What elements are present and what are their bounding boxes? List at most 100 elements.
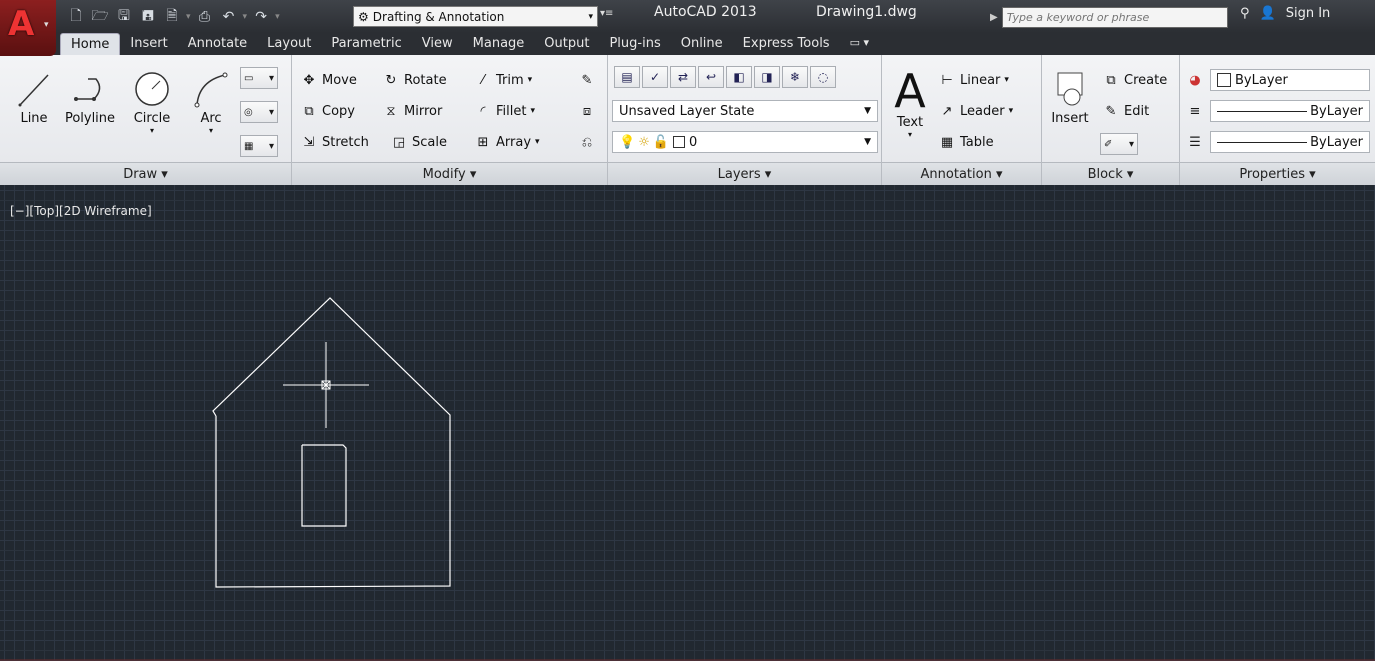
tab-online[interactable]: Online xyxy=(671,33,733,55)
lineweight-icon[interactable]: ≡ xyxy=(1186,102,1204,120)
tab-annotate[interactable]: Annotate xyxy=(178,33,257,55)
layer-off-icon[interactable]: ◌ xyxy=(810,66,836,88)
properties-panel-title[interactable]: Properties ▾ xyxy=(1180,162,1375,185)
text-button[interactable]: A Text ▾ xyxy=(892,64,928,139)
tab-output[interactable]: Output xyxy=(534,33,599,55)
match-layer-icon[interactable]: ⇄ xyxy=(670,66,696,88)
fillet-button[interactable]: ◜ Fillet ▾ xyxy=(474,102,535,120)
layers-panel-title[interactable]: Layers ▾ xyxy=(608,162,881,185)
leader-button[interactable]: ↗ Leader ▾ xyxy=(938,102,1014,120)
application-menu-button[interactable]: A ▾ xyxy=(0,0,56,56)
tab-view[interactable]: View xyxy=(412,33,463,55)
linear-dimension-button[interactable]: ⊢ Linear ▾ xyxy=(938,71,1009,89)
mirror-button[interactable]: ⧖ Mirror xyxy=(382,102,442,120)
edit-label: Edit xyxy=(1124,103,1150,119)
plot-preview-icon[interactable]: 🗎 xyxy=(162,8,182,26)
drawing-canvas[interactable]: [−][Top][2D Wireframe] xyxy=(0,185,1375,661)
save-as-icon[interactable]: 🖪 xyxy=(138,8,158,26)
expand-search-icon[interactable]: ▶ xyxy=(990,12,998,23)
array-button[interactable]: ⊞ Array ▾ xyxy=(474,133,540,151)
offset-icon[interactable]: ⎌ xyxy=(578,133,596,151)
chevron-down-icon[interactable]: ▾ xyxy=(892,130,928,139)
door-outline xyxy=(301,444,347,527)
color-dropdown[interactable]: ByLayer xyxy=(1210,69,1370,91)
trim-button[interactable]: ⁄ Trim ▾ xyxy=(474,71,532,89)
boundary-button[interactable]: ▦ ▾ xyxy=(240,135,278,157)
linetype-icon[interactable]: ☰ xyxy=(1186,133,1204,151)
sign-in-link[interactable]: Sign In xyxy=(1286,6,1331,21)
insert-button[interactable]: Insert xyxy=(1048,67,1092,126)
chevron-down-icon[interactable]: ▾ xyxy=(1004,75,1009,85)
chevron-down-icon[interactable]: ▾ xyxy=(530,106,535,116)
color-wheel-icon[interactable]: ◕ xyxy=(1186,71,1204,89)
save-icon[interactable]: 🖫 xyxy=(114,8,134,26)
user-icon: 👤 xyxy=(1259,6,1276,21)
hatch-button[interactable]: ◎ ▾ xyxy=(240,101,278,123)
attribute-icon: ✐ xyxy=(1104,138,1113,150)
workspace-dropdown[interactable]: ⚙ Drafting & Annotation ▾ xyxy=(353,6,598,27)
move-button[interactable]: ✥ Move xyxy=(300,71,357,89)
open-file-icon[interactable]: 🗁 xyxy=(90,8,110,26)
undo-icon[interactable]: ↶ xyxy=(219,8,239,26)
circle-icon xyxy=(130,67,174,111)
chevron-down-icon[interactable]: ▾ xyxy=(130,126,174,135)
circle-button[interactable]: Circle ▾ xyxy=(130,67,174,135)
layer-previous-icon[interactable]: ↩ xyxy=(698,66,724,88)
tab-manage[interactable]: Manage xyxy=(463,33,535,55)
customize-qat-icon[interactable]: ▾≡ xyxy=(600,8,613,19)
new-file-icon[interactable]: 🗋 xyxy=(66,8,86,26)
rotate-button[interactable]: ↻ Rotate xyxy=(382,71,447,89)
tab-express-tools[interactable]: Express Tools xyxy=(733,33,840,55)
create-block-button[interactable]: ⧉ Create xyxy=(1102,71,1167,89)
chevron-down-icon: ▾ xyxy=(1128,138,1134,150)
scale-button[interactable]: ◲ Scale xyxy=(390,133,447,151)
print-icon[interactable]: ⎙ xyxy=(195,8,215,26)
tab-parametric[interactable]: Parametric xyxy=(321,33,411,55)
freeze-layer-icon[interactable]: ❄ xyxy=(782,66,808,88)
minimize-ribbon-icon[interactable]: ▭ ▾ xyxy=(840,33,879,55)
chevron-down-icon[interactable]: ▾ xyxy=(186,126,236,135)
block-panel-title[interactable]: Block ▾ xyxy=(1042,162,1179,185)
dropdown-arrow-icon[interactable]: ▾ xyxy=(186,12,191,22)
chevron-down-icon[interactable]: ▾ xyxy=(535,137,540,147)
polyline-button[interactable]: Polyline xyxy=(60,67,120,126)
tab-home[interactable]: Home xyxy=(60,33,121,55)
layer-dropdown[interactable]: 💡 ☼ 🔓 0 ▼ xyxy=(612,131,878,153)
line-button[interactable]: Line xyxy=(14,67,54,126)
table-button[interactable]: ▦ Table xyxy=(938,133,994,151)
make-current-icon[interactable]: ✓ xyxy=(642,66,668,88)
undo-dropdown-icon[interactable]: ▾ xyxy=(243,12,248,22)
layer-properties-icon[interactable]: ▤ xyxy=(614,66,640,88)
isolate-layer-icon[interactable]: ◧ xyxy=(726,66,752,88)
chevron-down-icon[interactable]: ▾ xyxy=(528,75,533,85)
linetype-value: ByLayer xyxy=(1310,134,1363,150)
edit-block-button[interactable]: ✎ Edit xyxy=(1102,102,1150,120)
search-area: ▶ xyxy=(990,7,1228,28)
linetype-dropdown[interactable]: ByLayer xyxy=(1210,131,1370,153)
stretch-button[interactable]: ⇲ Stretch xyxy=(300,133,369,151)
annotation-panel-title[interactable]: Annotation ▾ xyxy=(882,162,1041,185)
tab-insert[interactable]: Insert xyxy=(120,33,177,55)
lineweight-dropdown[interactable]: ByLayer xyxy=(1210,100,1370,122)
layer-state-dropdown[interactable]: Unsaved Layer State ▼ xyxy=(612,100,878,122)
binoculars-icon[interactable]: ⚲ xyxy=(1240,6,1250,21)
draw-panel-title[interactable]: Draw ▾ xyxy=(0,162,291,185)
copy-button[interactable]: ⧉ Copy xyxy=(300,102,355,120)
tab-layout[interactable]: Layout xyxy=(257,33,321,55)
erase-icon[interactable]: ✎ xyxy=(578,71,596,89)
unisolate-layer-icon[interactable]: ◨ xyxy=(754,66,780,88)
modify-panel-title[interactable]: Modify ▾ xyxy=(292,162,607,185)
arc-button[interactable]: Arc ▾ xyxy=(186,67,236,135)
trim-label: Trim xyxy=(496,72,524,88)
move-icon: ✥ xyxy=(303,72,315,88)
chevron-down-icon[interactable]: ▾ xyxy=(1009,106,1014,116)
rectangle-button[interactable]: ▭ ▾ xyxy=(240,67,278,89)
search-input[interactable] xyxy=(1001,7,1228,28)
create-block-icon: ⧉ xyxy=(1106,72,1116,88)
sun-icon: ☼ xyxy=(638,134,650,150)
tab-plugins[interactable]: Plug-ins xyxy=(599,33,670,55)
redo-icon[interactable]: ↷ xyxy=(251,8,271,26)
attribute-button[interactable]: ✐ ▾ xyxy=(1100,133,1138,155)
redo-dropdown-icon[interactable]: ▾ xyxy=(275,12,280,22)
explode-icon[interactable]: ⧈ xyxy=(578,102,596,120)
